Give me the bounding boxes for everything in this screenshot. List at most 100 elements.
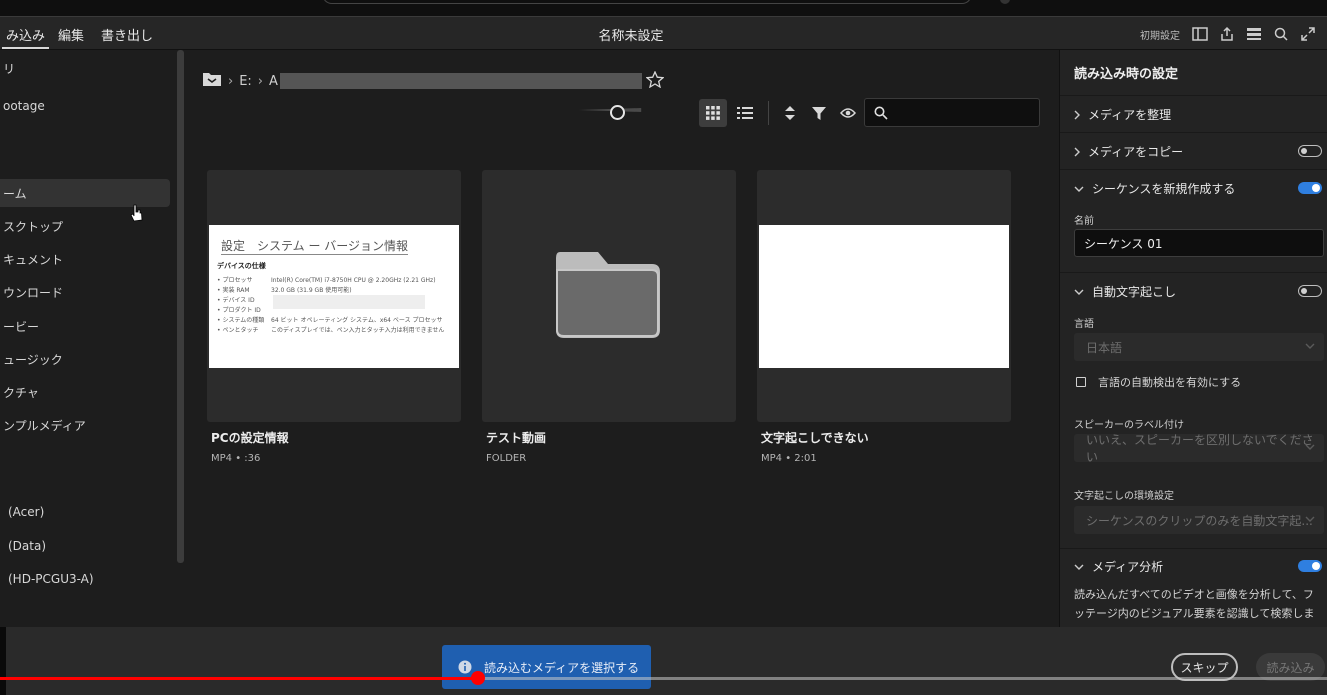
preview-row: • プロセッサ Intel(R) Core(TM) i7-8750H CPU @ … [217,277,436,284]
sort-button[interactable] [776,99,804,127]
filter-button[interactable] [805,99,833,127]
sidebar-item-footage[interactable]: ootage [0,92,170,120]
auto-transcribe-toggle[interactable] [1298,285,1322,297]
chevron-right-icon [1074,110,1080,119]
preview-row: • ペンとタッチ このディスプレイでは、ペン入力とタッチ入力は利用できません [217,327,445,334]
preview-section-title: デバイスの仕様 [217,262,266,270]
breadcrumb-separator-icon: › [257,73,263,89]
chevron-down-icon [1305,343,1315,349]
sidebar-item-desktop[interactable]: スクトップ [0,212,170,240]
chevron-down-icon [1074,564,1084,570]
section-label[interactable]: 自動文字起こし [1092,283,1176,300]
sidebar-item-home[interactable]: ーム [0,179,170,207]
language-select: 日本語 [1074,333,1324,361]
search-input[interactable] [895,102,1035,123]
sidebar-item-sample-media[interactable]: ンプルメディア [0,411,170,439]
checkbox-icon[interactable] [1076,377,1086,387]
panel-layout-icon[interactable] [1192,26,1208,42]
media-analysis-toggle[interactable] [1298,560,1322,572]
breadcrumb: › E: › A [202,69,665,92]
media-thumbnail[interactable]: 設定 システム ー バージョン情報 デバイスの仕様 • プロセッサ Intel(R… [207,170,461,422]
white-frame-preview [759,225,1009,368]
sidebar-scrollbar[interactable] [177,50,184,563]
media-meta: MP4 • :36 [211,453,261,464]
folder-menu-icon[interactable] [202,71,222,91]
video-progress-fill [0,677,478,680]
sequence-name-input[interactable]: シーケンス 01 [1074,229,1324,257]
chevron-down-icon [1074,289,1084,295]
video-progress-handle[interactable] [470,671,485,685]
folder-card[interactable]: テスト動画 FOLDER [482,170,736,470]
preview-row: • プロダクト ID [217,307,261,314]
import-settings-panel: 読み込み時の設定 メディアを整理 メディアをコピー シーケンスを新規作成する 名… [1059,50,1327,627]
location-sidebar: リ ootage ーム スクトップ キュメント ウンロード ービー ュージック … [0,50,185,627]
section-label[interactable]: メディア分析 [1092,558,1163,575]
media-card[interactable]: 文字起こしできない MP4 • 2:01 [757,170,1011,470]
share-icon[interactable] [1219,26,1235,42]
quick-search-icon[interactable] [1273,26,1289,42]
speaker-value: いいえ、スピーカーを区別しないでください [1086,433,1314,464]
sidebar-item-pictures[interactable]: クチャ [0,378,170,406]
view-options-button[interactable] [834,99,862,127]
sidebar-item-music[interactable]: ュージック [0,345,170,373]
speaker-select: いいえ、スピーカーを区別しないでください [1074,433,1324,464]
autodetect-checkbox[interactable]: 言語の自動検出を有効にする [1076,374,1241,390]
list-view-button[interactable] [731,99,759,127]
section-analysis: メディア分析 読み込んだすべてのビデオと画像を分析して、フッテージ内のビジュアル… [1060,548,1327,627]
redacted-path [279,73,642,89]
sidebar-item[interactable]: リ [0,54,170,82]
sidebar-item-movies[interactable]: ービー [0,312,170,340]
browser-avatar[interactable] [1000,0,1010,4]
folder-name: テスト動画 [486,431,547,445]
preview-redacted-block [273,295,425,309]
progress-icon[interactable] [1246,26,1262,42]
media-thumbnail[interactable] [757,170,1011,422]
favorite-star-icon[interactable] [645,69,665,92]
grid-view-button[interactable] [699,99,727,127]
browser-toolbar [186,97,1058,129]
copy-media-toggle[interactable] [1298,145,1322,157]
section-copy[interactable]: メディアをコピー [1060,132,1327,169]
breadcrumb-folder[interactable]: A [269,74,278,89]
env-value: シーケンスのクリップのみを自動文字起... [1086,513,1313,528]
env-select: シーケンスのクリップのみを自動文字起... [1074,506,1324,534]
media-browser: › E: › A 設定 システム ー バージョン情報 デバイスの仕様 • プロセ… [186,50,1058,627]
workspace-preset[interactable]: 初期設定 [1140,27,1180,42]
media-card[interactable]: 設定 システム ー バージョン情報 デバイスの仕様 • プロセッサ Intel(R… [207,170,461,470]
section-label: メディアをコピー [1088,145,1184,159]
speaker-label: スピーカーのラベル付け [1074,420,1184,431]
folder-thumbnail[interactable] [482,170,736,422]
chevron-down-icon [1074,186,1084,192]
new-sequence-toggle[interactable] [1298,182,1322,194]
panel-title: 読み込み時の設定 [1074,67,1179,82]
search-field[interactable] [864,98,1040,127]
media-name: 文字起こしできない [761,431,869,445]
breadcrumb-drive[interactable]: E: [239,74,252,89]
settings-screenshot-preview: 設定 システム ー バージョン情報 デバイスの仕様 • プロセッサ Intel(R… [209,225,459,368]
name-label: 名前 [1074,216,1094,227]
preview-row: • 実装 RAM 32.0 GB (31.9 GB 使用可能) [217,287,352,294]
media-meta: MP4 • 2:01 [761,453,817,464]
menu-bar: み込み 編集 書き出し 名称未設定 初期設定 [0,16,1327,50]
section-organize[interactable]: メディアを整理 [1060,95,1327,132]
fullscreen-icon[interactable] [1300,26,1316,42]
section-label[interactable]: シーケンスを新規作成する [1092,180,1235,197]
env-label: 文字起こしの環境設定 [1074,491,1174,502]
info-icon [458,660,472,674]
browser-address-bar[interactable] [322,0,972,4]
preview-row: • デバイス ID [217,297,255,304]
zoom-slider-handle[interactable] [609,105,625,120]
folder-meta: FOLDER [486,453,527,464]
chevron-right-icon [1074,147,1080,156]
sidebar-item-downloads[interactable]: ウンロード [0,278,170,306]
analysis-description: 読み込んだすべてのビデオと画像を分析して、フッテージ内のビジュアル要素を認識して… [1074,588,1315,627]
section-label: メディアを整理 [1088,108,1172,122]
sidebar-item-drive-acer[interactable]: (Acer) [0,498,170,526]
sidebar-item-drive-hd[interactable]: (HD-PCGU3-A) [0,565,170,593]
language-value: 日本語 [1086,340,1123,355]
sidebar-item-documents[interactable]: キュメント [0,245,170,273]
section-transcribe: 自動文字起こし 言語 日本語 言語の自動検出を有効にする スピーカーのラベル付け… [1060,272,1327,548]
breadcrumb-separator-icon: › [228,73,234,89]
sidebar-item-drive-data[interactable]: (Data) [0,532,170,560]
autodetect-label: 言語の自動検出を有効にする [1098,376,1242,389]
